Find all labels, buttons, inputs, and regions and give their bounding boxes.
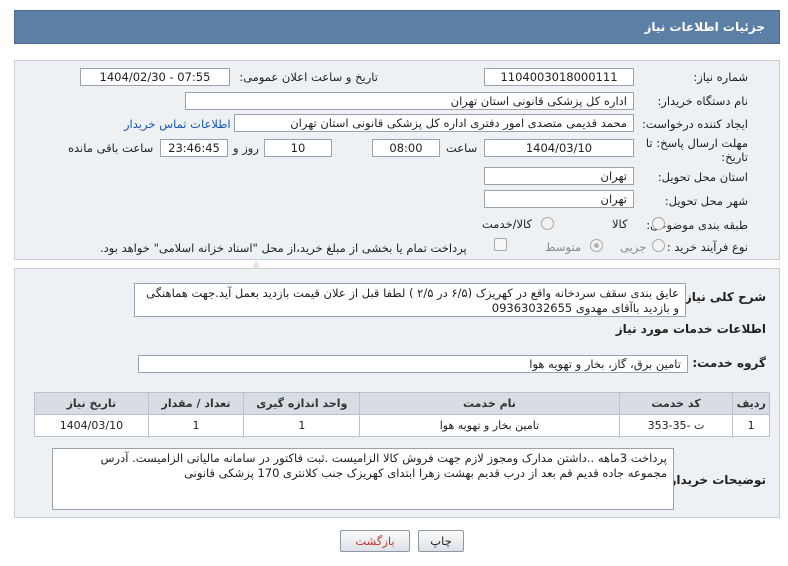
col-code: کد خدمت <box>618 392 734 415</box>
col-row: ردیف <box>732 392 770 415</box>
print-button[interactable]: چاپ <box>418 530 464 552</box>
creator-label: ایجاد کننده درخواست: <box>642 117 748 131</box>
deadline-date-label: تاریخ: <box>721 150 748 164</box>
services-section-title: اطلاعات خدمات مورد نیاز <box>615 322 766 336</box>
buyer-notes-label: توضیحات خریدار: <box>664 473 766 487</box>
treasury-payment-checkbox[interactable] <box>494 238 507 251</box>
delivery-city-label: شهر محل تحویل: <box>664 194 748 208</box>
deadline-date-field[interactable]: 1404/03/10 <box>484 139 634 157</box>
table-row: 1 ت -35-353 تامین بخار و تهویه هوا 1 1 1… <box>34 414 770 437</box>
treasury-payment-note: پرداخت تمام یا بخشی از مبلغ خرید،از محل … <box>100 241 467 255</box>
col-name: نام خدمت <box>359 392 620 415</box>
cell-unit: 1 <box>243 414 361 437</box>
cell-code: ت -35-353 <box>618 414 734 437</box>
col-unit: واحد اندازه گیری <box>243 392 361 415</box>
service-group-field[interactable]: تامین برق، گاز، بخار و تهویه هوا <box>138 355 688 373</box>
need-number-label: شماره نیاز: <box>693 70 748 84</box>
description-label: شرح کلی نیاز: <box>680 290 766 304</box>
delivery-city-field[interactable]: تهران <box>484 190 634 208</box>
time-label: ساعت <box>446 141 478 155</box>
announce-datetime-field[interactable]: 1404/02/30 - 07:55 <box>80 68 230 86</box>
delivery-province-field[interactable]: تهران <box>484 167 634 185</box>
table-header-row: ردیف کد خدمت نام خدمت واحد اندازه گیری ت… <box>34 392 770 415</box>
back-button[interactable]: بازگشت <box>340 530 410 552</box>
creator-field[interactable]: محمد قدیمی متصدی امور دفتری اداره کل پزش… <box>234 114 634 132</box>
col-qty: تعداد / مقدار <box>147 392 245 415</box>
delivery-province-label: استان محل تحویل: <box>657 170 748 184</box>
category-goods-label: کالا <box>612 217 628 231</box>
buyer-org-field[interactable]: اداره کل پزشکی قانونی استان تهران <box>185 92 634 110</box>
buyer-org-label: نام دستگاه خریدار: <box>657 94 748 108</box>
days-label: روز و <box>233 141 259 155</box>
service-group-label: گروه خدمت: <box>692 356 766 370</box>
col-date: تاریخ نیاز <box>34 392 149 415</box>
description-textarea[interactable]: عایق بندی سقف سردخانه واقع در کهریزک (۶/… <box>134 283 686 317</box>
cell-date: 1404/03/10 <box>34 414 149 437</box>
category-goods-service-radio[interactable] <box>541 217 554 230</box>
remaining-time-label: ساعت باقی مانده <box>68 141 154 155</box>
page-header: جزئیات اطلاعات نیاز <box>14 10 780 44</box>
cell-row: 1 <box>732 414 770 437</box>
announce-label: تاریخ و ساعت اعلان عمومی: <box>239 70 378 84</box>
buyer-contact-link[interactable]: اطلاعات تماس خریدار <box>124 117 231 131</box>
cell-qty: 1 <box>147 414 245 437</box>
category-goods-service-label: کالا/خدمت <box>482 217 533 231</box>
services-table: ردیف کد خدمت نام خدمت واحد اندازه گیری ت… <box>34 392 770 437</box>
category-goods-radio[interactable] <box>652 217 665 230</box>
page-title: جزئیات اطلاعات نیاز <box>644 20 765 34</box>
process-medium-label: متوسط <box>545 240 582 254</box>
deadline-time-field[interactable]: 08:00 <box>372 139 440 157</box>
process-minor-radio[interactable] <box>652 239 665 252</box>
cell-name: تامین بخار و تهویه هوا <box>359 414 620 437</box>
process-medium-radio[interactable] <box>590 239 603 252</box>
remaining-days-field[interactable]: 10 <box>264 139 332 157</box>
process-minor-label: جزیی <box>620 240 647 254</box>
remaining-time-field[interactable]: 23:46:45 <box>160 139 228 157</box>
deadline-label: مهلت ارسال پاسخ: تا <box>645 136 748 150</box>
need-number-field[interactable]: 1104003018000111 <box>484 68 634 86</box>
process-type-label: نوع فرآیند خرید : <box>666 240 748 254</box>
buyer-notes-textarea[interactable]: پرداخت 3ماهه ..داشتن مدارک ومجوز لازم جه… <box>52 448 674 510</box>
